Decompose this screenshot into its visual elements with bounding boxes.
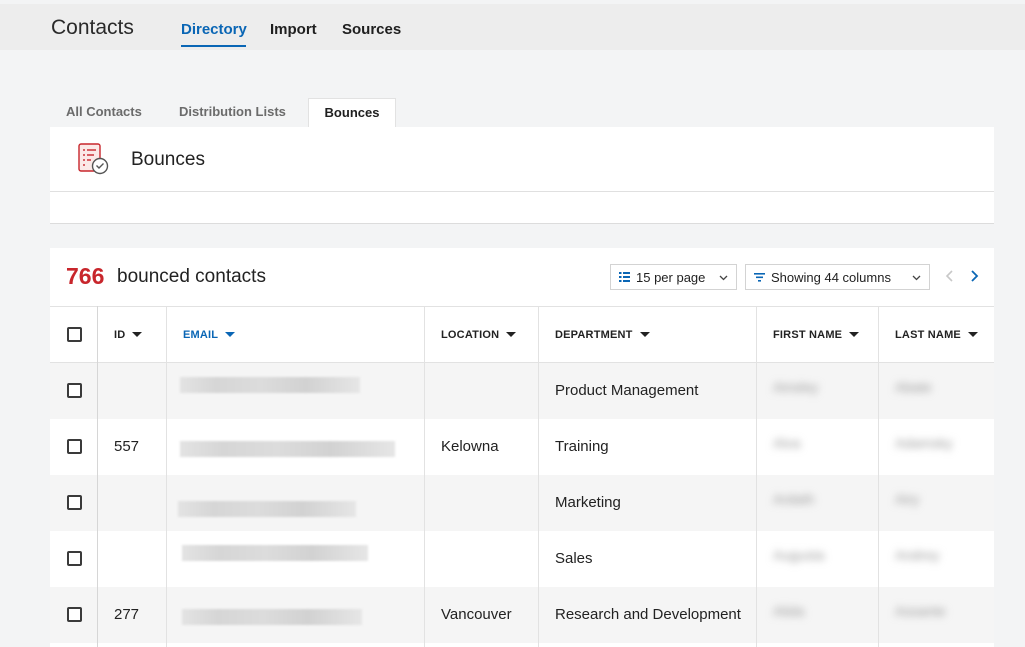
cell-department: Product Management	[555, 382, 699, 399]
app-title: Contacts	[51, 16, 134, 39]
redacted-email	[182, 545, 368, 561]
table-row[interactable]: Marketing Ardath Airy	[50, 475, 994, 531]
bounces-title: Bounces	[131, 149, 205, 170]
column-header-label: ID	[114, 329, 126, 341]
sort-caret-icon	[132, 332, 143, 337]
redacted-email	[178, 501, 356, 517]
chevron-right-icon[interactable]	[967, 268, 981, 284]
column-header-last-name[interactable]: LAST NAME	[895, 307, 978, 363]
tab-import[interactable]: Import	[270, 21, 317, 38]
tab-directory[interactable]: Directory	[181, 21, 247, 38]
sort-caret-icon	[225, 332, 236, 337]
redacted-first-name: Ardath	[773, 491, 815, 507]
columns-filter-select[interactable]: Showing 44 columns	[745, 264, 930, 290]
table-row[interactable]: Sales Augusta Andrey	[50, 531, 994, 587]
bounced-count-label: bounced contacts	[117, 266, 266, 287]
cell-department: Research and Development	[555, 606, 741, 623]
active-tab-indicator	[181, 45, 246, 47]
column-header-email[interactable]: EMAIL	[183, 307, 236, 363]
column-divider	[878, 306, 879, 647]
column-header-label: LAST NAME	[895, 329, 961, 341]
chevron-down-icon	[912, 275, 921, 281]
column-header-label: DEPARTMENT	[555, 329, 633, 341]
column-divider	[166, 306, 167, 647]
columns-filter-label: Showing 44 columns	[771, 270, 891, 285]
redacted-last-name: Abate	[895, 379, 932, 395]
table-row[interactable]: 277 Vancouver Research and Development A…	[50, 587, 994, 643]
column-header-first-name[interactable]: FIRST NAME	[773, 307, 860, 363]
column-header-label: FIRST NAME	[773, 329, 843, 341]
card-divider	[50, 191, 994, 192]
redacted-last-name: Assante	[895, 603, 946, 619]
top-nav-bar: Contacts Directory Import Sources	[0, 4, 1025, 50]
row-checkbox[interactable]	[67, 383, 82, 398]
column-divider	[424, 306, 425, 647]
select-all-checkbox[interactable]	[67, 327, 82, 342]
table-header: ID EMAIL LOCATION DEPARTMENT FIRST NAME …	[50, 306, 994, 363]
column-header-label: LOCATION	[441, 329, 500, 341]
table-row[interactable]: 557 Kelowna Training Alva Adamsky	[50, 419, 994, 475]
redacted-first-name: Alva	[773, 435, 801, 451]
column-header-id[interactable]: ID	[114, 307, 143, 363]
cell-location: Vancouver	[441, 606, 512, 623]
redacted-first-name: Augusta	[773, 547, 825, 563]
column-divider	[756, 306, 757, 647]
sort-caret-icon	[639, 332, 650, 337]
subtab-all-contacts[interactable]: All Contacts	[66, 98, 142, 128]
cell-id: 277	[114, 606, 140, 623]
per-page-select[interactable]: 15 per page	[610, 264, 737, 290]
redacted-last-name: Adamsky	[895, 435, 953, 451]
row-checkbox[interactable]	[67, 607, 82, 622]
bounced-contacts-card: 766 bounced contacts 15 per page Showing…	[50, 248, 994, 647]
redacted-first-name: Ainsley	[773, 379, 819, 395]
redacted-email	[180, 377, 360, 393]
column-divider	[97, 306, 98, 647]
column-header-department[interactable]: DEPARTMENT	[555, 307, 650, 363]
row-checkbox[interactable]	[67, 495, 82, 510]
cell-department: Sales	[555, 550, 593, 567]
cell-location: Kelowna	[441, 438, 499, 455]
bounces-header-card: Bounces	[50, 127, 994, 224]
redacted-last-name: Airy	[895, 491, 920, 507]
column-header-location[interactable]: LOCATION	[441, 307, 517, 363]
subtab-bounces[interactable]: Bounces	[308, 98, 396, 128]
redacted-email	[180, 441, 395, 457]
tab-sources[interactable]: Sources	[342, 21, 401, 38]
list-icon	[619, 272, 630, 282]
redacted-first-name: Alida	[773, 603, 805, 619]
subtab-distribution-lists[interactable]: Distribution Lists	[179, 98, 286, 128]
sort-caret-icon	[967, 332, 978, 337]
row-checkbox[interactable]	[67, 551, 82, 566]
chevron-down-icon	[719, 275, 728, 281]
bounced-count: 766	[66, 263, 105, 289]
table-row[interactable]: Product Management Ainsley Abate	[50, 363, 994, 419]
chevron-left-icon[interactable]	[943, 268, 957, 284]
redacted-email	[182, 609, 362, 625]
cell-department: Training	[555, 438, 609, 455]
sort-caret-icon	[849, 332, 860, 337]
cell-department: Marketing	[555, 494, 621, 511]
column-divider	[538, 306, 539, 647]
per-page-label: 15 per page	[636, 270, 706, 285]
row-checkbox[interactable]	[67, 439, 82, 454]
sort-caret-icon	[506, 332, 517, 337]
filter-icon	[754, 273, 765, 282]
cell-id: 557	[114, 438, 140, 455]
bounced-list-icon	[78, 143, 109, 175]
column-header-label: EMAIL	[183, 329, 219, 341]
redacted-last-name: Andrey	[895, 547, 940, 563]
